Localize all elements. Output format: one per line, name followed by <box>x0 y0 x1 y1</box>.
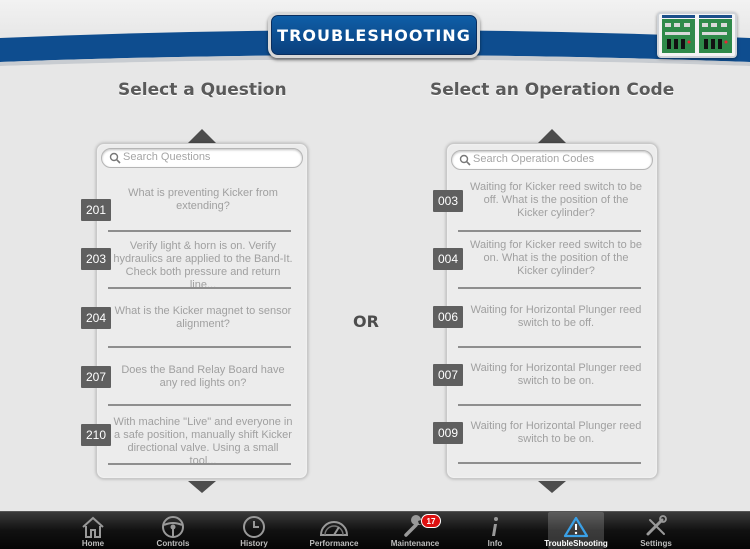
row-divider <box>458 346 641 348</box>
tab-home[interactable]: Home <box>53 512 133 549</box>
tab-label: Maintenance <box>390 539 440 548</box>
row-divider <box>458 287 641 289</box>
tools-icon <box>646 515 667 536</box>
info-icon <box>492 517 498 536</box>
question-row[interactable]: 203 Verify light & horn is on. Verify hy… <box>81 240 293 298</box>
row-divider <box>108 230 291 232</box>
search-questions-placeholder: Search Questions <box>123 151 211 163</box>
bottom-tab-bar: Home Controls History Performance 17 Mai… <box>0 511 750 549</box>
operation-code: 003 <box>433 190 463 212</box>
row-divider <box>458 404 641 406</box>
row-divider <box>458 230 641 232</box>
questions-scroll-down-arrow[interactable] <box>188 481 216 493</box>
page-title: TROUBLESHOOTING <box>277 25 471 45</box>
operation-code: 004 <box>433 248 463 270</box>
maintenance-badge: 17 <box>421 514 441 528</box>
operation-text: Waiting for Kicker reed switch to be on.… <box>470 239 642 277</box>
question-text: Verify light & horn is on. Verify hydrau… <box>113 240 293 291</box>
tab-history[interactable]: History <box>214 512 294 549</box>
operation-text: Waiting for Horizontal Plunger reed swit… <box>470 362 642 387</box>
relay-board-thumbnail[interactable] <box>657 12 737 58</box>
question-text: What is the Kicker magnet to sensor alig… <box>114 305 292 330</box>
question-text: With machine "Live" and everyone in a sa… <box>113 416 293 467</box>
tab-maintenance[interactable]: 17 Maintenance <box>375 512 455 549</box>
question-row[interactable]: 207 Does the Band Relay Board have any r… <box>81 364 291 422</box>
tab-label: TroubleShooting <box>544 539 608 548</box>
operation-row[interactable]: 009 Waiting for Horizontal Plunger reed … <box>433 420 643 478</box>
operation-code: 006 <box>433 306 463 328</box>
operation-row[interactable]: 006 Waiting for Horizontal Plunger reed … <box>433 304 643 362</box>
home-icon <box>82 516 104 538</box>
row-divider <box>108 463 291 465</box>
question-code: 203 <box>81 248 111 270</box>
question-section-heading: Select a Question <box>118 80 287 100</box>
tab-settings[interactable]: Settings <box>616 512 696 549</box>
row-divider <box>108 404 291 406</box>
operation-text: Waiting for Kicker reed switch to be off… <box>470 181 642 219</box>
tab-label: Performance <box>309 539 359 548</box>
operation-text: Waiting for Horizontal Plunger reed swit… <box>470 304 642 329</box>
clock-icon <box>243 516 265 538</box>
question-code: 207 <box>81 366 111 388</box>
circuit-board-icon <box>659 14 735 56</box>
gauge-icon <box>319 521 349 536</box>
tab-controls[interactable]: Controls <box>133 512 213 549</box>
question-row[interactable]: 201 What is preventing Kicker from exten… <box>81 187 291 245</box>
tab-troubleshooting[interactable]: TroubleShooting <box>544 512 608 549</box>
tab-info[interactable]: Info <box>455 512 535 549</box>
operation-section-heading: Select an Operation Code <box>430 80 675 100</box>
question-code: 210 <box>81 424 111 446</box>
search-questions-input[interactable]: Search Questions <box>101 148 303 168</box>
tab-label: Controls <box>156 539 190 548</box>
search-icon <box>109 152 121 164</box>
operations-scroll-down-arrow[interactable] <box>538 481 566 493</box>
page-title-badge: TROUBLESHOOTING <box>268 12 480 58</box>
tab-label: History <box>240 539 268 548</box>
operation-text: Waiting for Horizontal Plunger reed swit… <box>470 420 642 445</box>
search-operation-codes-placeholder: Search Operation Codes <box>473 153 595 165</box>
search-icon <box>459 154 471 166</box>
question-text: Does the Band Relay Board have any red l… <box>121 364 285 389</box>
steering-wheel-icon <box>162 516 184 538</box>
row-divider <box>108 287 291 289</box>
or-divider-label: OR <box>353 312 379 331</box>
warning-icon <box>563 516 589 538</box>
question-code: 201 <box>81 199 111 221</box>
operation-code: 007 <box>433 364 463 386</box>
tab-label: Settings <box>640 539 672 548</box>
question-row[interactable]: 204 What is the Kicker magnet to sensor … <box>81 305 291 363</box>
row-divider <box>458 462 641 464</box>
operations-scroll-up-arrow[interactable] <box>538 129 566 143</box>
tab-performance[interactable]: Performance <box>294 512 374 549</box>
tab-label: Home <box>81 539 105 548</box>
operation-row[interactable]: 007 Waiting for Horizontal Plunger reed … <box>433 362 643 420</box>
question-code: 204 <box>81 307 111 329</box>
question-text: What is preventing Kicker from extending… <box>128 187 278 212</box>
questions-scroll-up-arrow[interactable] <box>188 129 216 143</box>
tab-label: Info <box>487 539 503 548</box>
search-operation-codes-input[interactable]: Search Operation Codes <box>451 150 653 170</box>
question-row[interactable]: 210 With machine "Live" and everyone in … <box>81 416 293 474</box>
operation-code: 009 <box>433 422 463 444</box>
row-divider <box>108 346 291 348</box>
